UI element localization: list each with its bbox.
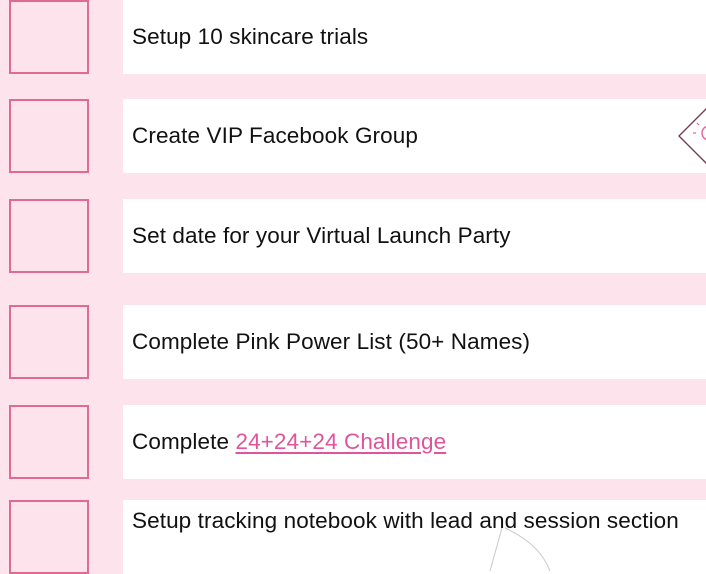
task-label: Set date for your Virtual Launch Party bbox=[123, 199, 706, 273]
task-row: Create VIP Facebook Group bbox=[0, 99, 706, 173]
task-label: Complete bbox=[132, 429, 236, 454]
decorative-line-art bbox=[489, 527, 551, 571]
task-label: Setup 10 skincare trials bbox=[123, 0, 706, 74]
task-label-box: Create VIP Facebook Group bbox=[123, 99, 706, 173]
lightbulb-diamond-icon bbox=[678, 108, 706, 164]
task-label: Setup tracking notebook with lead and se… bbox=[123, 500, 706, 574]
task-checkbox[interactable] bbox=[9, 99, 89, 173]
task-checkbox[interactable] bbox=[9, 405, 89, 479]
task-checkbox[interactable] bbox=[9, 305, 89, 379]
task-label: Create VIP Facebook Group bbox=[132, 123, 418, 148]
task-row: Setup tracking notebook with lead and se… bbox=[0, 500, 706, 574]
task-row: Complete Pink Power List (50+ Names) bbox=[0, 305, 706, 379]
task-label-box: Complete 24+24+24 Challenge bbox=[123, 405, 706, 479]
challenge-link[interactable]: 24+24+24 Challenge bbox=[235, 429, 446, 455]
task-checkbox[interactable] bbox=[9, 0, 89, 74]
task-row: Set date for your Virtual Launch Party bbox=[0, 199, 706, 273]
task-row: Setup 10 skincare trials bbox=[0, 0, 706, 74]
task-checkbox[interactable] bbox=[9, 199, 89, 273]
task-row: Complete 24+24+24 Challenge bbox=[0, 405, 706, 479]
task-label: Complete Pink Power List (50+ Names) bbox=[123, 305, 706, 379]
task-checkbox[interactable] bbox=[9, 500, 89, 574]
